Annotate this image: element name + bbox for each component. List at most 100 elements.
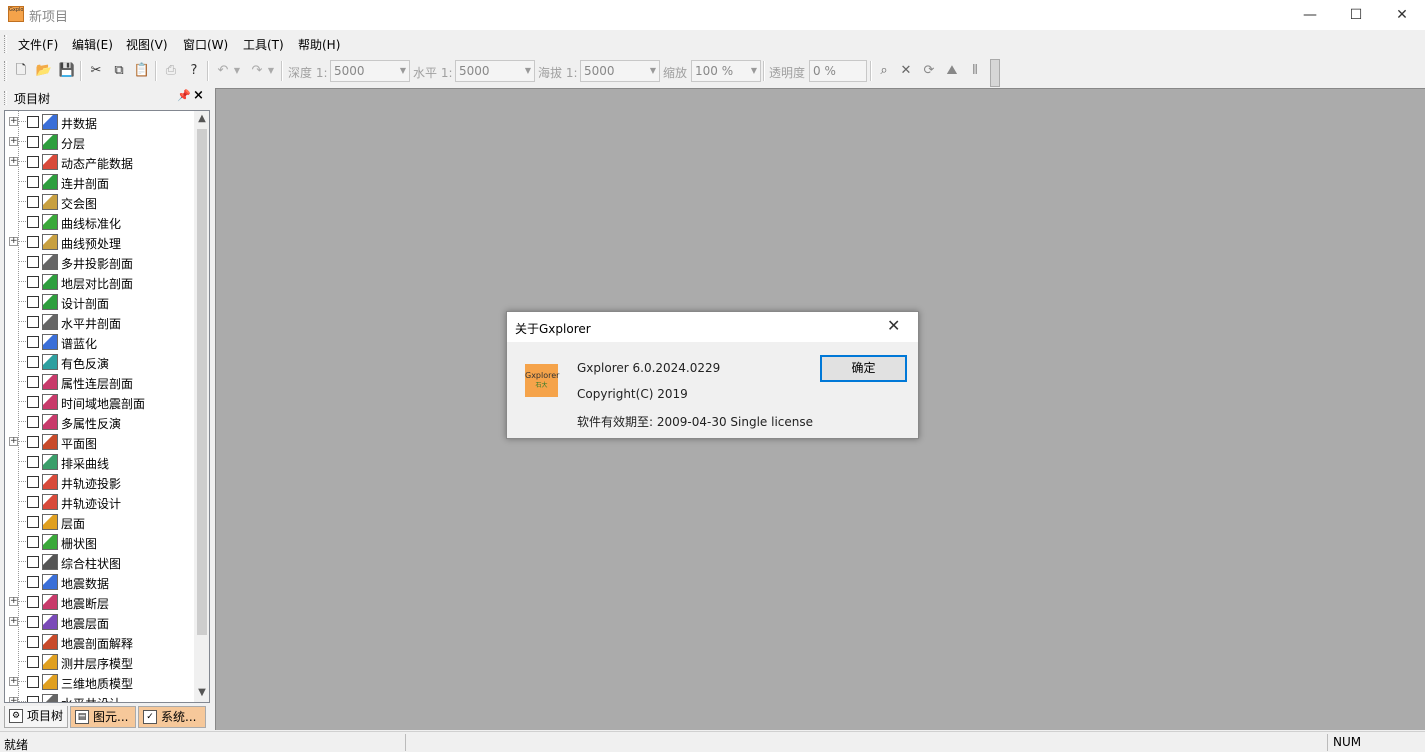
expand-icon[interactable]: +	[9, 677, 18, 686]
ok-button[interactable]: 确定	[820, 355, 907, 382]
tree-item-checkbox[interactable]	[27, 396, 39, 408]
tree-item-checkbox[interactable]	[27, 216, 39, 228]
tree-item[interactable]: 连井剖面	[5, 172, 195, 192]
undo-dropdown-icon[interactable]: ▼	[232, 62, 242, 80]
depth-scale-combo[interactable]: 5000 ▼	[330, 60, 410, 82]
tree-item-checkbox[interactable]	[27, 656, 39, 668]
tree-item[interactable]: + 曲线预处理	[5, 232, 195, 252]
help-icon[interactable]: ?	[185, 62, 203, 80]
tree-item[interactable]: 地震剖面解释	[5, 632, 195, 652]
tree-item[interactable]: 交会图	[5, 192, 195, 212]
open-folder-icon[interactable]: 📂	[35, 62, 53, 80]
tree-item[interactable]: 栅状图	[5, 532, 195, 552]
tree-item-checkbox[interactable]	[27, 136, 39, 148]
tree-item-checkbox[interactable]	[27, 636, 39, 648]
expand-icon[interactable]: +	[9, 137, 18, 146]
expand-icon[interactable]: +	[9, 437, 18, 446]
menu-grip[interactable]	[4, 35, 7, 53]
scroll-down-icon[interactable]: ▼	[194, 687, 209, 701]
toolbar-grip[interactable]	[4, 61, 7, 81]
expand-icon[interactable]: +	[9, 597, 18, 606]
tree-item[interactable]: 多井投影剖面	[5, 252, 195, 272]
well-section-icon[interactable]: ⫴	[966, 62, 984, 80]
copy-icon[interactable]: ⧉	[110, 62, 128, 80]
tree-item[interactable]: 属性连层剖面	[5, 372, 195, 392]
redo-icon[interactable]: ↷	[248, 62, 266, 80]
tree-item[interactable]: 时间域地震剖面	[5, 392, 195, 412]
tree-item-checkbox[interactable]	[27, 416, 39, 428]
redo-dropdown-icon[interactable]: ▼	[266, 62, 276, 80]
maximize-button[interactable]: ☐	[1333, 0, 1379, 30]
menu-help[interactable]: 帮助(H)	[298, 36, 340, 53]
tree-item[interactable]: 排采曲线	[5, 452, 195, 472]
tree-item[interactable]: + 动态产能数据	[5, 152, 195, 172]
expand-icon[interactable]: +	[9, 697, 18, 702]
tree-item-checkbox[interactable]	[27, 256, 39, 268]
tree-item-checkbox[interactable]	[27, 596, 39, 608]
tree-item-checkbox[interactable]	[27, 196, 39, 208]
map-icon[interactable]: ⛰	[943, 62, 961, 80]
cut-icon[interactable]: ✂	[87, 62, 105, 80]
tree-item[interactable]: + 分层	[5, 132, 195, 152]
close-icon[interactable]: ×	[193, 88, 204, 103]
close-window-button[interactable]: ✕	[1379, 0, 1425, 30]
paste-icon[interactable]: 📋	[133, 62, 151, 80]
print-icon[interactable]: ⎙	[162, 62, 180, 80]
zoom-combo[interactable]: 100 % ▼	[691, 60, 761, 82]
tree-item[interactable]: 井轨迹设计	[5, 492, 195, 512]
scroll-up-icon[interactable]: ▲	[194, 113, 209, 127]
panel-grip[interactable]	[4, 91, 7, 105]
expand-icon[interactable]: +	[9, 117, 18, 126]
tree-item-checkbox[interactable]	[27, 376, 39, 388]
tree-item-checkbox[interactable]	[27, 696, 39, 702]
tree-item[interactable]: 井轨迹投影	[5, 472, 195, 492]
tree-item-checkbox[interactable]	[27, 236, 39, 248]
dialog-close-icon[interactable]: ✕	[887, 316, 900, 335]
altitude-scale-combo[interactable]: 5000 ▼	[580, 60, 660, 82]
tree-item[interactable]: 测井层序模型	[5, 652, 195, 672]
delete-icon[interactable]: ✕	[897, 62, 915, 80]
tree-item[interactable]: + 水平井设计	[5, 692, 195, 702]
tab-system[interactable]: ✓ 系统...	[138, 706, 206, 728]
project-tree[interactable]: + 井数据 + 分层 + 动态产能数据 连井剖面 交会图 曲线标准化 + 曲线预处理 多井投影剖面 地层…	[4, 110, 210, 703]
tree-item[interactable]: + 平面图	[5, 432, 195, 452]
pin-icon[interactable]: 📌	[177, 89, 191, 102]
tree-item[interactable]: 多属性反演	[5, 412, 195, 432]
search-icon[interactable]: ⌕	[875, 62, 893, 80]
new-file-icon[interactable]: 🗋	[12, 62, 30, 80]
tree-item[interactable]: + 井数据	[5, 112, 195, 132]
opacity-input[interactable]: 0 %	[809, 60, 867, 82]
tree-item-checkbox[interactable]	[27, 536, 39, 548]
tree-item-checkbox[interactable]	[27, 556, 39, 568]
tree-item[interactable]: 地层对比剖面	[5, 272, 195, 292]
tree-item-checkbox[interactable]	[27, 576, 39, 588]
scroll-thumb[interactable]	[197, 129, 207, 635]
tree-item-checkbox[interactable]	[27, 436, 39, 448]
tree-item-checkbox[interactable]	[27, 676, 39, 688]
tree-item-checkbox[interactable]	[27, 296, 39, 308]
tab-figure-elements[interactable]: ▤ 图元...	[70, 706, 136, 728]
save-icon[interactable]: 💾	[58, 62, 76, 80]
menu-tools[interactable]: 工具(T)	[243, 36, 284, 53]
expand-icon[interactable]: +	[9, 237, 18, 246]
undo-icon[interactable]: ↶	[214, 62, 232, 80]
toolbar-overflow-button[interactable]	[990, 59, 1000, 87]
tree-item[interactable]: 设计剖面	[5, 292, 195, 312]
tree-item-checkbox[interactable]	[27, 336, 39, 348]
menu-window[interactable]: 窗口(W)	[183, 36, 228, 53]
tree-item-checkbox[interactable]	[27, 456, 39, 468]
tree-item-checkbox[interactable]	[27, 516, 39, 528]
tree-item-checkbox[interactable]	[27, 476, 39, 488]
tree-item[interactable]: 谱蓝化	[5, 332, 195, 352]
tree-item[interactable]: 有色反演	[5, 352, 195, 372]
tree-item[interactable]: 曲线标准化	[5, 212, 195, 232]
tree-item-checkbox[interactable]	[27, 156, 39, 168]
tree-item-checkbox[interactable]	[27, 176, 39, 188]
tree-scrollbar[interactable]: ▲ ▼	[194, 111, 209, 702]
menu-view[interactable]: 视图(V)	[126, 36, 168, 53]
tree-item[interactable]: + 三维地质模型	[5, 672, 195, 692]
tree-item[interactable]: + 地震断层	[5, 592, 195, 612]
tree-item[interactable]: + 地震层面	[5, 612, 195, 632]
horizontal-scale-combo[interactable]: 5000 ▼	[455, 60, 535, 82]
menu-file[interactable]: 文件(F)	[18, 36, 58, 53]
